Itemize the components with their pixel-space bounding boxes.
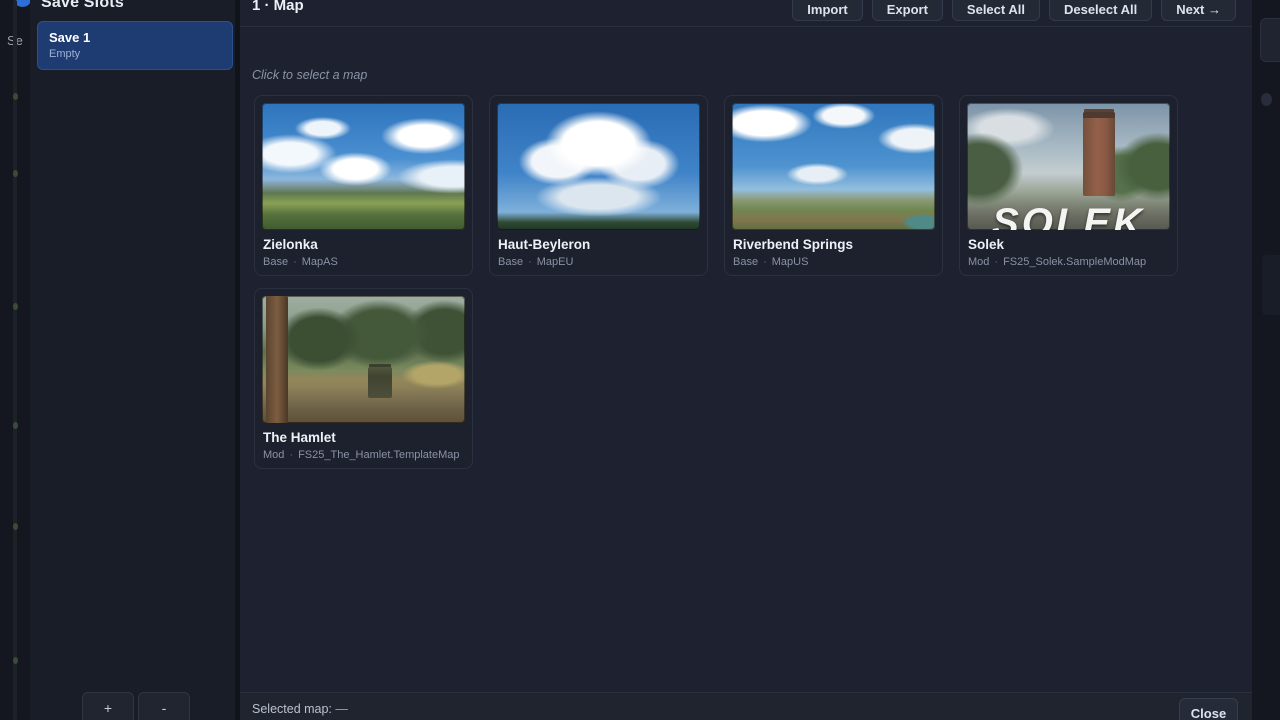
map-id: MapEU bbox=[537, 256, 574, 268]
app-root: Se Save Slots Save 1 Empty + - 1 · Map bbox=[0, 0, 1280, 720]
map-id: MapUS bbox=[772, 256, 809, 268]
map-thumbnail: SOLEK bbox=[967, 103, 1170, 230]
selected-map-value: — bbox=[335, 702, 348, 716]
map-thumbnail bbox=[497, 103, 700, 230]
next-button[interactable]: Next → bbox=[1161, 0, 1236, 21]
map-type: Base bbox=[263, 256, 288, 268]
map-meta: Base · MapAS bbox=[262, 256, 465, 268]
map-thumbnail bbox=[732, 103, 935, 230]
save-slots-title: Save Slots bbox=[41, 0, 124, 12]
background-page-right bbox=[1252, 0, 1280, 720]
map-select-dialog: Save Slots Save 1 Empty + - 1 · Map Impo… bbox=[30, 0, 1252, 720]
selected-map-label: Selected map: bbox=[252, 702, 332, 716]
map-name: The Hamlet bbox=[262, 430, 465, 445]
map-card-the-hamlet[interactable]: The Hamlet Mod · FS25_The_Hamlet.TemplateM… bbox=[254, 288, 473, 469]
map-thumbnail bbox=[262, 296, 465, 423]
save-slots-footer: + - bbox=[30, 692, 235, 720]
map-id: MapAS bbox=[302, 256, 338, 268]
map-id: FS25_The_Hamlet.TemplateMap bbox=[298, 449, 459, 461]
map-name: Riverbend Springs bbox=[732, 237, 935, 252]
status-bar: Selected map: — Close bbox=[240, 692, 1252, 720]
deselect-all-button[interactable]: Deselect All bbox=[1049, 0, 1152, 21]
map-type: Base bbox=[733, 256, 758, 268]
map-meta: Base · MapUS bbox=[732, 256, 935, 268]
map-card-haut-beyleron[interactable]: Haut-Beyleron Base · MapEU bbox=[489, 95, 708, 276]
background-foliage-dot bbox=[13, 657, 18, 664]
background-partial-button bbox=[1260, 18, 1280, 62]
close-button[interactable]: Close bbox=[1179, 698, 1238, 720]
import-button[interactable]: Import bbox=[792, 0, 862, 21]
meta-separator: · bbox=[289, 449, 293, 461]
map-grid: Zielonka Base·MapAS Haut-Beyleron Base·M… bbox=[254, 95, 1214, 469]
step-title: 1 · Map bbox=[252, 0, 304, 14]
selected-map-status: Selected map: — bbox=[252, 702, 348, 716]
save-slot-status: Empty bbox=[49, 48, 221, 60]
map-card-solek[interactable]: SOLEK Solek Mod · FS25_Solek.SampleModMap bbox=[959, 95, 1178, 276]
background-scrollbar bbox=[13, 0, 17, 720]
selection-hint: Click to select a map bbox=[252, 68, 367, 82]
meta-separator: · bbox=[994, 256, 998, 268]
map-meta: Mod · FS25_The_Hamlet.TemplateMap bbox=[262, 449, 465, 461]
background-partial-panel bbox=[1262, 255, 1280, 315]
map-card-riverbend-springs[interactable]: Riverbend Springs Base · MapUS bbox=[724, 95, 943, 276]
map-name: Solek bbox=[967, 237, 1170, 252]
save-slots-panel: Save Slots Save 1 Empty + - bbox=[30, 0, 240, 720]
map-type: Base bbox=[498, 256, 523, 268]
background-page-left: Se bbox=[0, 0, 30, 720]
background-foliage-dot bbox=[13, 422, 18, 429]
map-grid-area: Click to select a map Zielonka Base · MapA… bbox=[240, 27, 1252, 692]
meta-separator: · bbox=[528, 256, 532, 268]
meta-separator: · bbox=[763, 256, 767, 268]
map-step-panel: 1 · Map Import Export Select All Deselec… bbox=[240, 0, 1252, 720]
remove-slot-button[interactable]: - bbox=[138, 692, 190, 720]
map-name: Haut-Beyleron bbox=[497, 237, 700, 252]
map-type: Mod bbox=[968, 256, 989, 268]
background-partial-dot bbox=[1261, 93, 1272, 106]
save-slot-item[interactable]: Save 1 Empty bbox=[37, 21, 233, 70]
map-type: Mod bbox=[263, 449, 284, 461]
select-all-button[interactable]: Select All bbox=[952, 0, 1040, 21]
meta-separator: · bbox=[293, 256, 297, 268]
header-toolbar: Import Export Select All Deselect All Ne… bbox=[792, 0, 1236, 21]
add-slot-button[interactable]: + bbox=[82, 692, 134, 720]
export-button[interactable]: Export bbox=[872, 0, 943, 21]
step-header: 1 · Map Import Export Select All Deselec… bbox=[240, 0, 1252, 27]
map-meta: Mod · FS25_Solek.SampleModMap bbox=[967, 256, 1170, 268]
background-foliage-dot bbox=[13, 170, 18, 177]
map-card-zielonka[interactable]: Zielonka Base · MapAS bbox=[254, 95, 473, 276]
background-foliage-dot bbox=[13, 93, 18, 100]
save-slot-name: Save 1 bbox=[49, 30, 221, 45]
solek-logo-text: SOLEK bbox=[979, 201, 1158, 230]
map-thumbnail bbox=[262, 103, 465, 230]
map-meta: Base · MapEU bbox=[497, 256, 700, 268]
background-foliage-dot bbox=[13, 303, 18, 310]
map-name: Zielonka bbox=[262, 237, 465, 252]
map-id: FS25_Solek.SampleModMap bbox=[1003, 256, 1146, 268]
background-foliage-dot bbox=[13, 523, 18, 530]
